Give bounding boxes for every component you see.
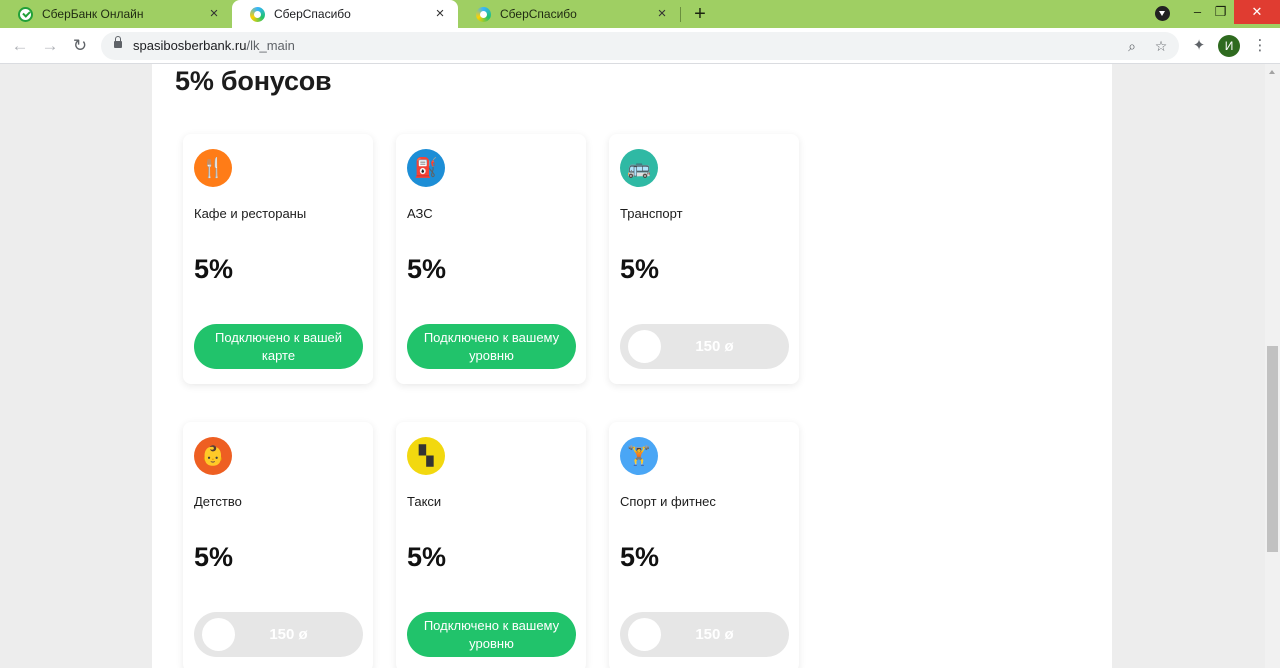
url-text[interactable]: spasibosberbank.ru/lk_main — [133, 32, 295, 60]
menu-kebab-icon[interactable]: ⋮ — [1249, 35, 1271, 57]
category-name: Детство — [194, 494, 242, 509]
category-percent: 5% — [620, 254, 660, 284]
category-name: Транспорт — [620, 206, 683, 221]
zoom-icon[interactable]: ⌕ — [1122, 36, 1142, 56]
tab-close-icon[interactable]: × — [432, 6, 448, 22]
category-name: Кафе и рестораны — [194, 206, 307, 221]
category-card-taxi: ▚ Такси 5% Подключено к вашему уровню — [396, 422, 586, 668]
new-tab-button[interactable]: + — [688, 3, 712, 25]
category-card-transport: 🚌 Транспорт 5% 150 ø — [609, 134, 799, 384]
profile-avatar[interactable]: И — [1218, 35, 1240, 57]
category-card-cafe: 🍴 Кафе и рестораны 5% Подключено к вашей… — [183, 134, 373, 384]
tab-spasibo[interactable]: СберСпасибо × — [458, 0, 680, 28]
extensions-puzzle-icon[interactable]: ✦ — [1188, 35, 1210, 57]
category-name: Спорт и фитнес — [620, 494, 716, 509]
connect-toggle[interactable]: 150 ø — [620, 612, 789, 657]
category-percent: 5% — [620, 542, 660, 572]
tab-sberbank-online[interactable]: СберБанк Онлайн × — [0, 0, 232, 28]
category-percent: 5% — [407, 254, 447, 284]
tab-title: СберСпасибо — [274, 7, 351, 21]
category-percent: 5% — [194, 254, 234, 284]
lock-icon[interactable] — [114, 36, 122, 48]
category-name: Такси — [407, 494, 442, 509]
category-card-childhood: 👶 Детство 5% 150 ø — [183, 422, 373, 668]
tab-title: СберСпасибо — [500, 7, 577, 21]
back-arrow-icon[interactable]: ← — [8, 34, 32, 58]
connected-button[interactable]: Подключено к вашему уровню — [407, 612, 576, 657]
content-panel: 5% бонусов 🍴 Кафе и рестораны 5% Подключ… — [152, 64, 1112, 668]
category-percent: 5% — [407, 542, 447, 572]
connected-button[interactable]: Подключено к вашему уровню — [407, 324, 576, 369]
tab-close-icon[interactable]: × — [654, 6, 670, 22]
category-card-fuel: ⛽ АЗС 5% Подключено к вашему уровню — [396, 134, 586, 384]
tab-search-icon[interactable] — [1155, 6, 1170, 21]
vertical-scrollbar[interactable] — [1265, 64, 1280, 668]
tab-close-icon[interactable]: × — [206, 6, 222, 22]
tab-separator — [680, 7, 681, 22]
tab-strip: СберБанк Онлайн × СберСпасибо × СберСпас… — [0, 0, 1280, 28]
dumbbell-icon: 🏋 — [620, 437, 658, 475]
restore-button[interactable]: ❐ — [1204, 0, 1237, 24]
scroll-up-arrow-icon[interactable] — [1269, 70, 1275, 74]
address-bar[interactable]: spasibosberbank.ru/lk_main ⌕ ☆ — [101, 32, 1179, 60]
scrollbar-thumb[interactable] — [1267, 346, 1278, 552]
taxi-checker-icon: ▚ — [407, 437, 445, 475]
toggle-cost: 150 ø — [269, 626, 308, 643]
connect-toggle[interactable]: 150 ø — [194, 612, 363, 657]
stroller-icon: 👶 — [194, 437, 232, 475]
connect-toggle[interactable]: 150 ø — [620, 324, 789, 369]
toggle-cost: 150 ø — [695, 338, 734, 355]
fuel-pump-icon: ⛽ — [407, 149, 445, 187]
tab-spasibo-active[interactable]: СберСпасибо × — [232, 0, 458, 28]
bookmark-star-icon[interactable]: ☆ — [1151, 36, 1171, 56]
category-name: АЗС — [407, 206, 433, 221]
close-window-button[interactable]: ✕ — [1234, 0, 1280, 24]
toggle-cost: 150 ø — [695, 626, 734, 643]
tab-title: СберБанк Онлайн — [42, 7, 144, 21]
browser-toolbar: ← → ↻ spasibosberbank.ru/lk_main ⌕ ☆ ✦ И… — [0, 28, 1280, 64]
fork-knife-icon: 🍴 — [194, 149, 232, 187]
connected-button[interactable]: Подключено к вашей карте — [194, 324, 363, 369]
forward-arrow-icon[interactable]: → — [38, 34, 62, 58]
spasibo-icon — [476, 6, 491, 22]
sber-icon — [18, 6, 33, 22]
category-card-sport: 🏋 Спорт и фитнес 5% 150 ø — [609, 422, 799, 668]
bus-icon: 🚌 — [620, 149, 658, 187]
spasibo-icon — [250, 6, 265, 22]
reload-icon[interactable]: ↻ — [68, 34, 92, 58]
category-percent: 5% — [194, 542, 234, 572]
page-title: 5% бонусов — [175, 66, 332, 96]
page-viewport: 5% бонусов 🍴 Кафе и рестораны 5% Подключ… — [0, 64, 1265, 668]
